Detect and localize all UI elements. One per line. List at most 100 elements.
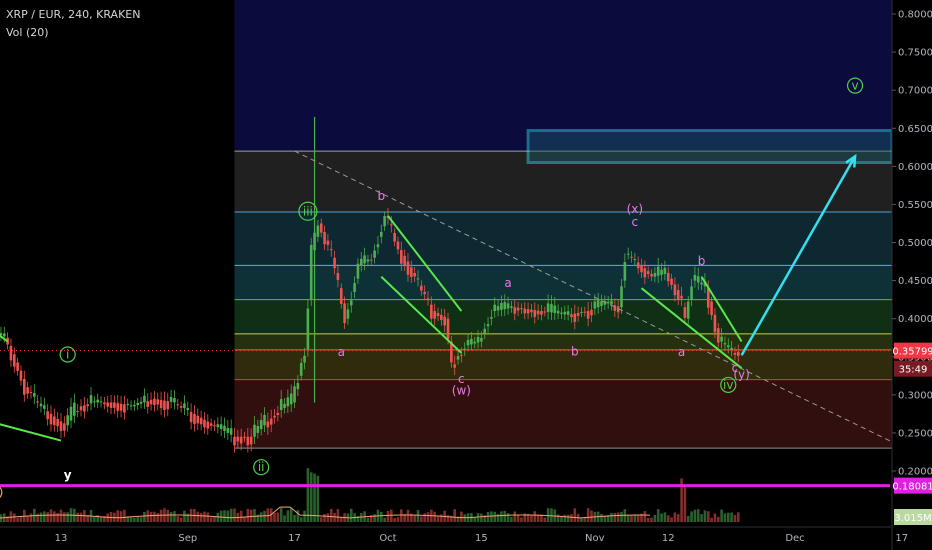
- candle-body: [566, 311, 570, 315]
- candle-body: [586, 311, 590, 319]
- volume-bar: [490, 511, 493, 522]
- volume-bar: [56, 512, 59, 522]
- volume-bar: [173, 511, 176, 522]
- candle-body: [286, 397, 290, 407]
- candle-body: [556, 310, 560, 314]
- wave-label-b: b: [571, 344, 579, 358]
- fib-zone: [234, 265, 909, 300]
- volume-bar: [329, 508, 333, 522]
- candle-body: [246, 436, 250, 446]
- candle-body: [646, 271, 650, 275]
- volume-bar: [590, 510, 593, 522]
- volume-bar: [726, 512, 730, 522]
- candle-body: [426, 298, 430, 300]
- candle-body: [76, 411, 79, 413]
- candle-body: [326, 240, 330, 245]
- volume-bar: [149, 511, 153, 522]
- candle-body: [86, 404, 89, 407]
- volume-bar: [199, 512, 203, 522]
- candle-body: [453, 364, 456, 368]
- volume-bar: [79, 512, 83, 522]
- candle-body: [196, 415, 200, 424]
- volume-bar: [733, 514, 737, 522]
- volume-bar: [543, 517, 547, 522]
- volume-bar: [136, 517, 140, 522]
- candle-body: [323, 232, 326, 245]
- candle-body: [233, 436, 236, 446]
- volume-bar: [26, 516, 29, 522]
- volume-bar: [646, 517, 650, 522]
- volume-bar: [650, 517, 653, 522]
- volume-bar: [676, 514, 680, 522]
- volume-bar: [176, 516, 180, 522]
- volume-bar: [393, 517, 396, 522]
- target-box[interactable]: [526, 129, 894, 165]
- time-tick-label: 17: [288, 533, 301, 544]
- candle-body: [433, 311, 436, 319]
- candle-body: [376, 244, 380, 248]
- candle-body: [12, 354, 16, 367]
- price-tick-label: 0.30000: [898, 390, 932, 401]
- candle-body: [500, 303, 503, 310]
- volume-bar: [226, 510, 230, 522]
- volume-bar: [129, 517, 133, 522]
- volume-bar: [566, 514, 570, 522]
- candle-body: [256, 425, 260, 433]
- candle-body: [113, 402, 116, 408]
- candle-body: [526, 309, 530, 314]
- candle-body: [570, 314, 573, 318]
- candle-body: [693, 274, 697, 281]
- candle-body: [239, 436, 243, 444]
- wave-label-c: c: [632, 215, 639, 229]
- candle-body: [186, 408, 190, 411]
- wave-label-y: y: [64, 468, 72, 482]
- volume-bar: [400, 509, 403, 522]
- candle-body: [420, 285, 423, 291]
- volume-bar: [139, 517, 143, 522]
- candle-body: [279, 399, 283, 411]
- candle-body: [476, 336, 480, 343]
- candle-body: [630, 256, 633, 258]
- candle-body: [333, 257, 336, 269]
- candle-body: [443, 316, 446, 326]
- volume-bar: [373, 514, 376, 522]
- volume-bar: [39, 512, 43, 522]
- volume-bar: [460, 511, 463, 522]
- volume-bar: [710, 517, 713, 522]
- candle-body: [289, 393, 293, 405]
- candle-body: [536, 310, 540, 315]
- candle-body: [59, 421, 63, 432]
- candle-body: [720, 336, 723, 342]
- candle-body: [29, 391, 33, 393]
- volume-bar: [293, 514, 296, 522]
- candle-body: [93, 401, 96, 403]
- candle-body: [9, 345, 13, 361]
- candle-body: [296, 383, 300, 390]
- wave-label-i: i: [66, 347, 69, 361]
- candle-body: [339, 288, 343, 304]
- volume-bar: [306, 468, 310, 522]
- volume-bar: [620, 511, 623, 522]
- volume-bar: [586, 508, 590, 522]
- candle-body: [623, 261, 627, 281]
- candle-body: [209, 423, 213, 426]
- volume-bar: [229, 508, 233, 522]
- candle-body: [206, 421, 210, 429]
- volume-bar: [316, 475, 320, 522]
- candle-body: [553, 305, 557, 313]
- volume-bar: [63, 512, 66, 522]
- volume-bar: [556, 514, 560, 522]
- candle-body: [550, 304, 553, 313]
- candle-body: [486, 324, 490, 327]
- time-tick-label: Dec: [785, 533, 804, 544]
- wave-label-(w): (w): [452, 383, 471, 397]
- volume-bar: [573, 508, 577, 522]
- volume-bar: [723, 513, 727, 522]
- candle-body: [483, 328, 487, 334]
- price-chart[interactable]: iyziiiiiabc(w)ab(x)cabc(y)ivvI 0.800000.…: [0, 0, 932, 550]
- volume-bar: [223, 510, 226, 522]
- candle-body: [46, 411, 49, 420]
- candle-body: [656, 266, 660, 276]
- candle-body: [253, 424, 256, 437]
- volume-bar: [433, 511, 436, 522]
